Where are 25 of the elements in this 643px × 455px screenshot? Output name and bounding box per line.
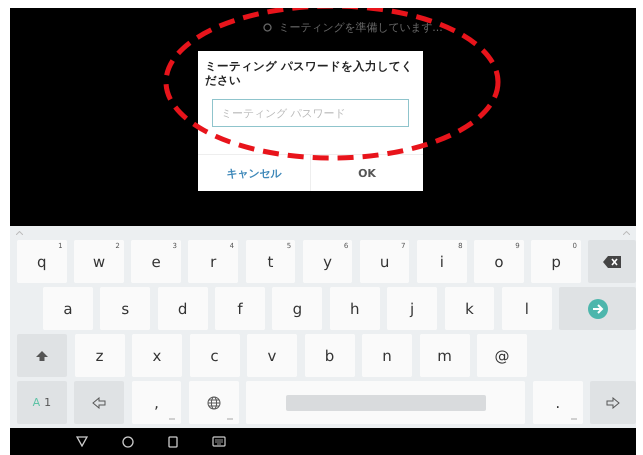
key[interactable]: b — [304, 334, 354, 377]
mode-key[interactable]: A 1 — [17, 381, 67, 424]
key[interactable]: c — [190, 334, 240, 377]
key[interactable]: j — [387, 287, 438, 330]
key[interactable]: d — [158, 287, 208, 330]
key[interactable]: s — [100, 287, 150, 330]
key-label: A — [32, 396, 40, 409]
key[interactable]: v — [247, 334, 297, 377]
key[interactable]: m — [420, 334, 470, 377]
key[interactable]: k — [444, 287, 494, 330]
dialog-title: ミーティング パスワードを入力してください — [204, 58, 414, 87]
key[interactable]: . — [532, 381, 583, 424]
key[interactable]: z — [74, 334, 124, 377]
key[interactable]: l — [502, 287, 552, 330]
key[interactable]: n — [362, 334, 412, 377]
key[interactable]: g — [272, 287, 322, 330]
key[interactable]: a — [43, 287, 93, 330]
key-label: 1 — [44, 396, 52, 409]
password-field[interactable]: ミーティング パスワード — [212, 99, 409, 127]
key[interactable]: , — [132, 381, 182, 424]
key[interactable]: f — [215, 287, 265, 330]
key[interactable]: @ — [477, 334, 527, 377]
key[interactable]: x — [132, 334, 182, 377]
key[interactable]: h — [330, 287, 380, 330]
status-text: ミーティングを準備しています... — [278, 20, 443, 35]
